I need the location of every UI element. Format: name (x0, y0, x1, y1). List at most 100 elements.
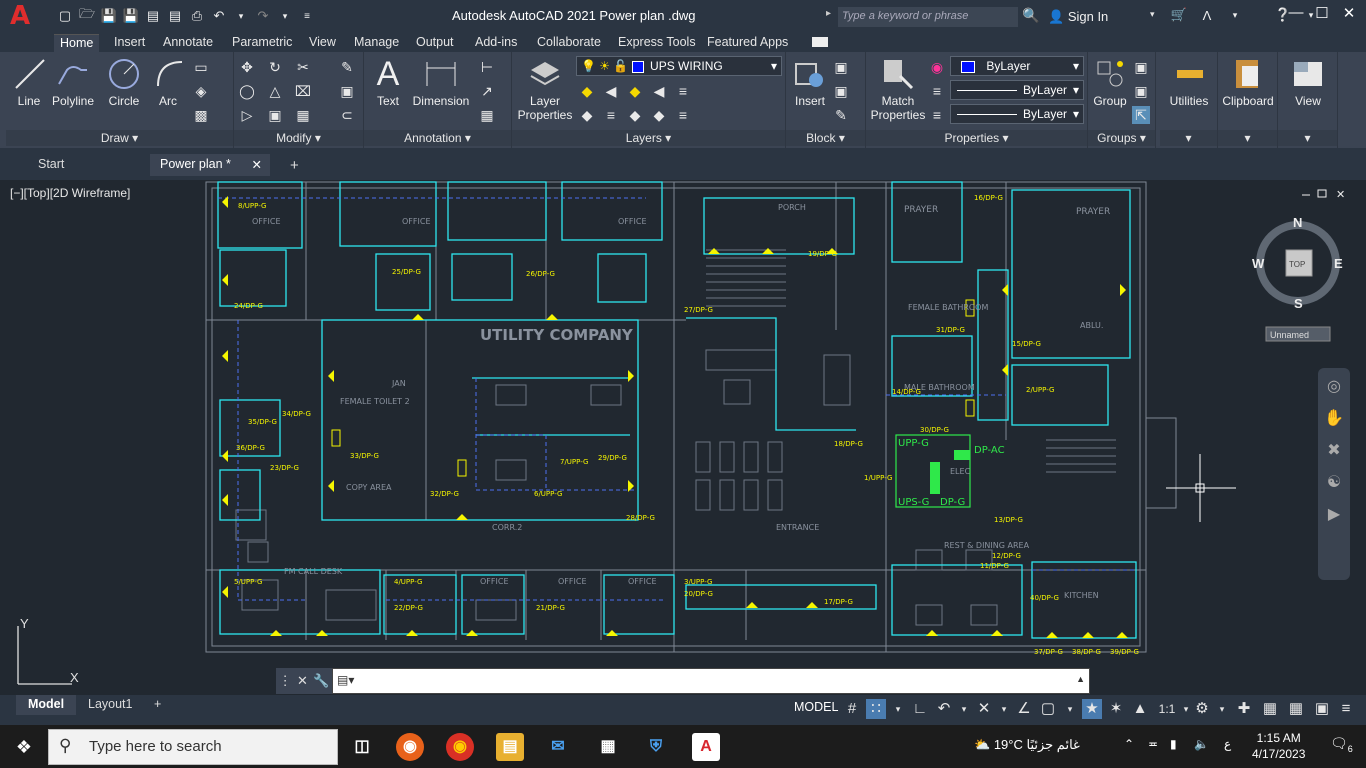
layer-tool-9-icon[interactable]: ◆ (650, 106, 668, 124)
view-tool[interactable]: View (1282, 56, 1334, 108)
workspace-icon[interactable]: ⚙ (1192, 699, 1212, 719)
customize-qat-icon[interactable]: ≡ (298, 7, 316, 25)
circle-tool[interactable]: Circle (104, 56, 144, 108)
viewcube[interactable]: TOP N S E W Unnamed (1252, 215, 1343, 342)
save-icon[interactable]: 💾 (100, 7, 118, 25)
drawing-canvas[interactable]: [−][Top][2D Wireframe] UTILITY COMPANY P… (6, 180, 1360, 695)
autodesk-a360-icon[interactable]: Λ (1198, 6, 1216, 24)
move-icon[interactable]: ✥ (238, 58, 256, 76)
model-tab[interactable]: Model (16, 695, 77, 715)
undo-dropdown-icon[interactable]: ▾ (232, 7, 250, 25)
snap-dropdown-icon[interactable]: ▾ (888, 699, 908, 719)
annotation-panel-title[interactable]: Annotation ▾ (364, 130, 511, 146)
color-dropdown[interactable]: ByLayer ▾ (950, 56, 1084, 76)
polar-icon[interactable]: ↶ (934, 699, 954, 719)
layer-tool-7-icon[interactable]: ≡ (602, 106, 620, 124)
layer-tool-10-icon[interactable]: ≡ (674, 106, 692, 124)
ortho-icon[interactable]: ∟ (910, 699, 930, 719)
mirror-icon[interactable]: △ (266, 82, 284, 100)
object-snap-tracking-icon[interactable]: ∠ (1014, 699, 1034, 719)
annotation-visibility-icon[interactable]: ★ (1082, 699, 1102, 719)
explode-icon[interactable]: ▣ (338, 82, 356, 100)
start-tab[interactable]: Start (28, 154, 150, 176)
new-tab-button[interactable]: + (280, 154, 309, 176)
save-as-icon[interactable]: 💾 (122, 7, 140, 25)
dimension-tool[interactable]: Dimension (410, 56, 472, 108)
close-tab-icon[interactable]: ✕ (252, 157, 262, 172)
layer-tool-6-icon[interactable]: ◆ (578, 106, 596, 124)
linetype-icon[interactable]: ≡ (928, 82, 946, 100)
a360-dropdown-icon[interactable]: ▾ (1226, 6, 1244, 24)
plot-icon[interactable]: ⎙ (188, 7, 206, 25)
lineweight-icon[interactable]: ≡ (928, 106, 946, 124)
hatch-icon[interactable]: ◈ (192, 82, 210, 100)
command-line-close-icon[interactable]: ✕ (297, 673, 308, 689)
view-dropdown[interactable]: ▾ (1278, 130, 1337, 146)
command-line-customize-icon[interactable]: 🔧 (313, 673, 329, 689)
text-tool[interactable]: A Text (370, 56, 406, 108)
groups-panel-title[interactable]: Groups ▾ (1088, 130, 1155, 146)
layer-tool-4-icon[interactable]: ◀ (650, 82, 668, 100)
group-edit-icon[interactable]: ▣ (1132, 82, 1150, 100)
linetype-dropdown[interactable]: ByLayer ▾ (950, 80, 1084, 100)
layer-tool-5-icon[interactable]: ≡ (674, 82, 692, 100)
polar-dropdown-icon[interactable]: ▾ (954, 699, 974, 719)
redo-icon[interactable]: ↷ (254, 7, 272, 25)
group-selection-icon[interactable]: ⇱ (1132, 106, 1150, 124)
polyline-tool[interactable]: Polyline (50, 56, 96, 108)
weather-widget[interactable]: ⛅ 19°C غائم جزئيًا (974, 737, 1080, 753)
layer-tool-8-icon[interactable]: ◆ (626, 106, 644, 124)
mail-icon[interactable]: ✉ (544, 733, 572, 761)
notifications-button[interactable]: 🗨6 (1330, 735, 1353, 754)
table-icon[interactable]: ▦ (478, 106, 496, 124)
array-icon[interactable]: ▦ (294, 106, 312, 124)
autocad-taskbar-icon[interactable]: A (692, 733, 720, 761)
chrome-icon[interactable]: ◉ (446, 733, 474, 761)
workspace-dropdown-icon[interactable]: ▾ (1212, 699, 1232, 719)
rectangle-icon[interactable]: ▭ (192, 58, 210, 76)
customization-icon[interactable]: ≡ (1336, 699, 1356, 719)
new-icon[interactable]: ▢ (56, 7, 74, 25)
utilities-dropdown[interactable]: ▾ (1160, 130, 1217, 146)
offset-icon[interactable]: ⊂ (338, 106, 356, 124)
pan-icon[interactable]: ✋ (1322, 408, 1346, 432)
autocad-logo[interactable]: A (0, 0, 40, 32)
auto-scale-icon[interactable]: ✶ (1106, 699, 1126, 719)
scale-icon[interactable]: ▣ (266, 106, 284, 124)
windows-start-icon[interactable]: ❖ (6, 731, 42, 763)
tab-view[interactable]: View (303, 34, 342, 52)
layer-tool-3-icon[interactable]: ◆ (626, 82, 644, 100)
tab-manage[interactable]: Manage (348, 34, 405, 52)
security-icon[interactable]: ⛨ (642, 733, 670, 761)
stretch-icon[interactable]: ▷ (238, 106, 256, 124)
ribbon-minimize-toggle[interactable] (812, 37, 828, 47)
tab-output[interactable]: Output (410, 34, 460, 52)
tab-home[interactable]: Home (54, 34, 100, 52)
show-hidden-icons[interactable]: ⌃ (1124, 737, 1134, 751)
linear-dim-icon[interactable]: ⊢ (478, 58, 496, 76)
command-scroll-icon[interactable]: ▲ (1076, 674, 1085, 684)
tab-express-tools[interactable]: Express Tools (612, 34, 702, 52)
battery-icon[interactable]: ▮ (1170, 737, 1177, 751)
zoom-extents-icon[interactable]: ✖ (1322, 440, 1346, 464)
grid-icon[interactable]: # (842, 699, 862, 719)
tab-add-ins[interactable]: Add-ins (469, 34, 523, 52)
keyword-search-input[interactable]: Type a keyword or phrase (838, 7, 1018, 27)
utilities-tool[interactable]: Utilities (1162, 56, 1216, 108)
isodraft-dropdown-icon[interactable]: ▾ (994, 699, 1014, 719)
insert-block-tool[interactable]: Insert (790, 56, 830, 108)
layer-dropdown[interactable]: 💡 ☀ 🔓 UPS WIRING ▾ (576, 56, 782, 76)
copy-icon[interactable]: ◯ (238, 82, 256, 100)
layout1-tab[interactable]: Layout1 (76, 695, 144, 715)
layers-panel-title[interactable]: Layers ▾ (512, 130, 785, 146)
web-open-icon[interactable]: ▤ (144, 7, 162, 25)
command-line-grip-icon[interactable]: ⋮ (279, 673, 292, 689)
fillet-icon[interactable]: ⌧ (294, 82, 312, 100)
rotate-icon[interactable]: ↻ (266, 58, 284, 76)
layer-tool-2-icon[interactable]: ◀ (602, 82, 620, 100)
modify-panel-title[interactable]: Modify ▾ (234, 130, 363, 146)
autodesk-app-store-icon[interactable]: 🛒 (1170, 6, 1188, 24)
lineweight-dropdown[interactable]: ByLayer ▾ (950, 104, 1084, 124)
block-attributes-icon[interactable]: ✎ (832, 106, 850, 124)
store-icon[interactable]: ▦ (594, 733, 622, 761)
